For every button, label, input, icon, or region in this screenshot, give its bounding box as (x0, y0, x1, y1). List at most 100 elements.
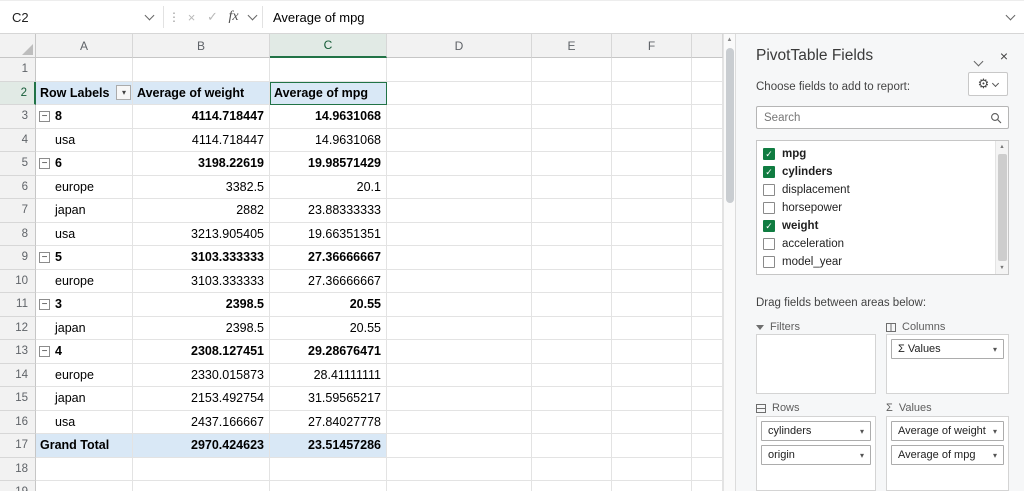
cell-F4[interactable] (612, 129, 692, 153)
cell-A14[interactable]: europe (36, 364, 133, 388)
collapse-icon[interactable]: − (39, 111, 50, 122)
checkbox-icon[interactable] (763, 238, 775, 250)
values-area[interactable]: Average of weight▾Average of mpg▾ (886, 416, 1009, 491)
checkbox-icon[interactable] (763, 184, 775, 196)
cell-B4[interactable]: 4114.718447 (133, 129, 270, 153)
chevron-down-icon[interactable]: ▾ (854, 451, 870, 460)
cell-D1[interactable] (387, 58, 532, 82)
scrollbar-thumb[interactable] (726, 48, 734, 203)
chevron-down-icon[interactable] (247, 11, 257, 21)
cell-E7[interactable] (532, 199, 612, 223)
cell-C7[interactable]: 23.88333333 (270, 199, 387, 223)
field-item-acceleration[interactable]: acceleration (757, 235, 1008, 253)
cell-A8[interactable]: usa (36, 223, 133, 247)
column-header-d[interactable]: D (387, 34, 532, 58)
row-header-14[interactable]: 14 (0, 364, 36, 388)
cell-F15[interactable] (612, 387, 692, 411)
cell-D13[interactable] (387, 340, 532, 364)
cell-B14[interactable]: 2330.015873 (133, 364, 270, 388)
field-item-horsepower[interactable]: horsepower (757, 199, 1008, 217)
row-header-13[interactable]: 13 (0, 340, 36, 364)
cell-D9[interactable] (387, 246, 532, 270)
cell-C5[interactable]: 19.98571429 (270, 152, 387, 176)
formula-input[interactable]: Average of mpg (271, 10, 996, 25)
chevron-down-icon[interactable]: ▾ (854, 427, 870, 436)
columns-pill-1[interactable]: Σ Values▾ (891, 339, 1004, 359)
field-item-displacement[interactable]: displacement (757, 181, 1008, 199)
cell-F16[interactable] (612, 411, 692, 435)
row-header-10[interactable]: 10 (0, 270, 36, 294)
cell-D3[interactable] (387, 105, 532, 129)
column-header-e[interactable]: E (532, 34, 612, 58)
cell-E11[interactable] (532, 293, 612, 317)
row-labels-filter-icon[interactable]: ▾ (116, 85, 131, 100)
cell-C9[interactable]: 27.36666667 (270, 246, 387, 270)
cell-F19[interactable] (612, 481, 692, 491)
scroll-up-icon[interactable]: ▲ (724, 34, 735, 47)
cell-E8[interactable] (532, 223, 612, 247)
cell-D18[interactable] (387, 458, 532, 482)
cell-E5[interactable] (532, 152, 612, 176)
cell-B3[interactable]: 4114.718447 (133, 105, 270, 129)
cell-A1[interactable] (36, 58, 133, 82)
filters-area[interactable] (756, 334, 876, 394)
row-header-12[interactable]: 12 (0, 317, 36, 341)
cell-B19[interactable] (133, 481, 270, 491)
cell-D5[interactable] (387, 152, 532, 176)
cell-C10[interactable]: 27.36666667 (270, 270, 387, 294)
checkbox-checked-icon[interactable]: ✓ (763, 148, 775, 160)
cell-E2[interactable] (532, 82, 612, 106)
cell-D10[interactable] (387, 270, 532, 294)
cell-B2[interactable]: Average of weight (133, 82, 270, 106)
cell-C4[interactable]: 14.9631068 (270, 129, 387, 153)
cell-D11[interactable] (387, 293, 532, 317)
cell-A15[interactable]: japan (36, 387, 133, 411)
cell-D19[interactable] (387, 481, 532, 491)
rows-area[interactable]: cylinders▾origin▾ (756, 416, 876, 491)
row-header-2[interactable]: 2 (0, 82, 36, 106)
cell-D8[interactable] (387, 223, 532, 247)
cell-D17[interactable] (387, 434, 532, 458)
cell-C8[interactable]: 19.66351351 (270, 223, 387, 247)
cell-C12[interactable]: 20.55 (270, 317, 387, 341)
cell-A16[interactable]: usa (36, 411, 133, 435)
cell-C17[interactable]: 23.51457286 (270, 434, 387, 458)
confirm-icon[interactable]: ✓ (202, 9, 223, 25)
cell-A12[interactable]: japan (36, 317, 133, 341)
cell-C6[interactable]: 20.1 (270, 176, 387, 200)
checkbox-icon[interactable] (763, 256, 775, 268)
cell-C15[interactable]: 31.59565217 (270, 387, 387, 411)
cell-A5[interactable]: −6 (36, 152, 133, 176)
cell-E3[interactable] (532, 105, 612, 129)
cell-E18[interactable] (532, 458, 612, 482)
tools-button[interactable]: ⚙ (968, 72, 1008, 96)
values-pill-1[interactable]: Average of weight▾ (891, 421, 1004, 441)
checkbox-icon[interactable] (763, 202, 775, 214)
row-header-5[interactable]: 5 (0, 152, 36, 176)
row-header-11[interactable]: 11 (0, 293, 36, 317)
rows-pill-2[interactable]: origin▾ (761, 445, 871, 465)
cell-C18[interactable] (270, 458, 387, 482)
field-item-cylinders[interactable]: ✓cylinders (757, 163, 1008, 181)
column-header-a[interactable]: A (36, 34, 133, 58)
collapse-icon[interactable]: − (39, 252, 50, 263)
vertical-scrollbar[interactable]: ▲ (723, 34, 735, 491)
chevron-down-icon[interactable]: ▾ (987, 345, 1003, 354)
cell-E13[interactable] (532, 340, 612, 364)
cell-D16[interactable] (387, 411, 532, 435)
cell-C19[interactable] (270, 481, 387, 491)
row-header-6[interactable]: 6 (0, 176, 36, 200)
cell-B6[interactable]: 3382.5 (133, 176, 270, 200)
field-item-model_year[interactable]: model_year (757, 253, 1008, 271)
search-input[interactable] (757, 112, 984, 124)
checkbox-checked-icon[interactable]: ✓ (763, 274, 775, 275)
cell-D7[interactable] (387, 199, 532, 223)
row-header-8[interactable]: 8 (0, 223, 36, 247)
cell-E17[interactable] (532, 434, 612, 458)
cell-A3[interactable]: −8 (36, 105, 133, 129)
cell-B8[interactable]: 3213.905405 (133, 223, 270, 247)
cell-C3[interactable]: 14.9631068 (270, 105, 387, 129)
cell-B18[interactable] (133, 458, 270, 482)
cell-C16[interactable]: 27.84027778 (270, 411, 387, 435)
row-header-16[interactable]: 16 (0, 411, 36, 435)
